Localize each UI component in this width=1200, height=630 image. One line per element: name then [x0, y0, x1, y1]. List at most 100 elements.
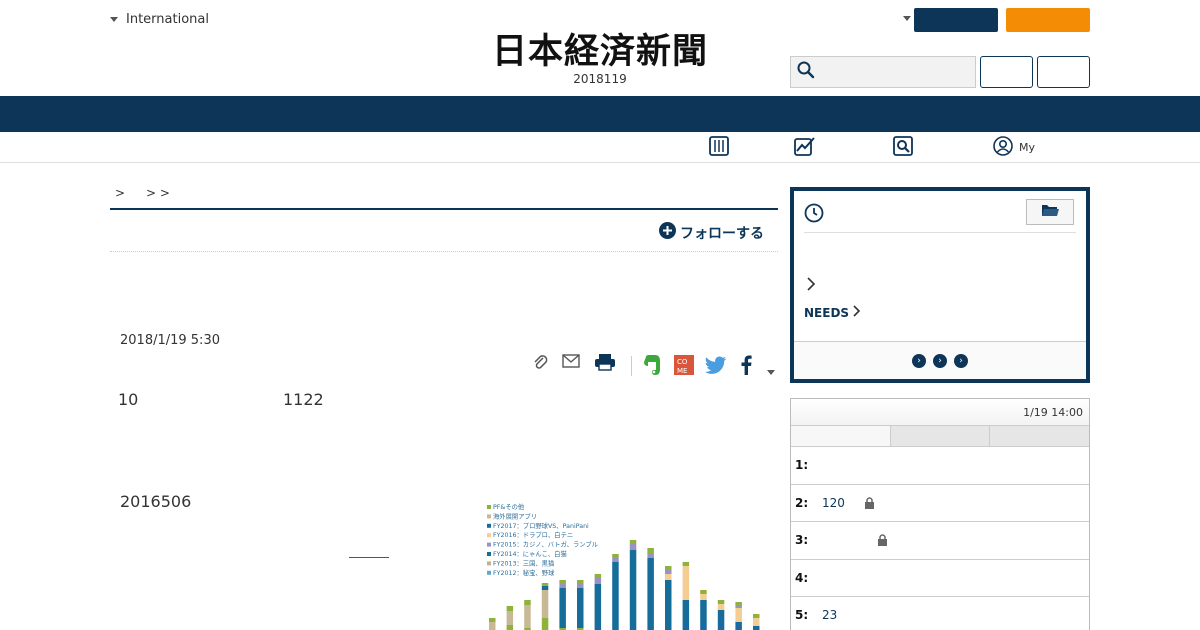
publish-date: 2018/1/19 5:30 [120, 333, 220, 348]
breadcrumb-separator: > [115, 186, 126, 200]
newspaper-icon [709, 135, 729, 159]
saved-folder-button[interactable] [1026, 199, 1074, 225]
search-box[interactable] [790, 56, 976, 88]
ranking-row[interactable]: 1: [791, 447, 1089, 485]
arrow-circle-icon[interactable]: › [954, 353, 968, 368]
ranking-row[interactable]: 2: 120 [791, 485, 1089, 522]
needs-link[interactable]: NEEDS [804, 305, 861, 320]
bar-segment [506, 606, 514, 611]
legend-label: FY2012：秘宝、野球 [493, 568, 555, 577]
ranking-tab[interactable] [791, 426, 891, 446]
bar-segment [541, 590, 549, 618]
bar-segment [647, 554, 654, 558]
ranking-tab[interactable] [990, 426, 1090, 446]
bar-segment [735, 602, 742, 606]
search-option-button[interactable] [980, 56, 1033, 88]
caret-down-icon [110, 17, 118, 22]
mail-icon[interactable] [562, 354, 580, 372]
bar-segment [489, 618, 496, 622]
legend-swatch [487, 533, 491, 538]
rank-title: 120 [822, 495, 845, 510]
follow-label: フォローする [680, 225, 764, 242]
region-selector[interactable]: International [110, 12, 209, 27]
legend-label: FY2015：カジノ、バトガ、ランブル [493, 540, 598, 549]
ranking-row[interactable]: 3: [791, 522, 1089, 560]
subnav-item-paper[interactable] [709, 135, 729, 159]
article-link[interactable] [349, 557, 389, 558]
sub-navigation: My [0, 132, 1200, 163]
bar-segment [612, 554, 619, 558]
bar-segment [735, 608, 742, 622]
stacked-bar-chart: PF&その他海外展開アプリFY2017：プロ野球VS、PaniPaniFY201… [487, 502, 760, 630]
bar-segment [717, 604, 725, 610]
breadcrumb: > > > [110, 186, 778, 210]
print-icon[interactable] [594, 353, 616, 375]
subnav-item-market[interactable] [794, 136, 816, 157]
ranking-tab[interactable] [890, 426, 991, 446]
bar-segment [541, 583, 549, 586]
search-submit-button[interactable] [1037, 56, 1090, 88]
follow-button[interactable]: フォローする [659, 222, 764, 243]
more-caret-icon[interactable] [767, 364, 775, 379]
bar-segment [682, 562, 690, 566]
legend-swatch [487, 570, 491, 575]
rank-number: 4: [795, 570, 809, 585]
chevron-right-icon[interactable] [806, 277, 816, 295]
ranking-timestamp: 1/19 14:00 [791, 399, 1089, 426]
bar-segment [735, 622, 742, 630]
ranking-panel: 1/19 14:00 1: 2: 120 3: 4: 5: 23 [790, 398, 1090, 630]
twitter-icon[interactable] [705, 356, 727, 378]
bar-segment [647, 548, 654, 554]
subnav-item-my[interactable]: My [993, 135, 1036, 157]
arrow-circle-icon[interactable]: › [912, 353, 926, 368]
login-button[interactable] [914, 8, 998, 32]
share-toolbar: CO ME [530, 352, 780, 380]
search-input[interactable] [821, 59, 971, 85]
bar-segment [700, 594, 707, 600]
region-label: International [126, 12, 209, 27]
comemo-icon[interactable]: CO ME [674, 355, 694, 379]
subnav-item-search[interactable] [893, 135, 913, 157]
legend-swatch [487, 561, 491, 566]
bar-segment [524, 605, 531, 628]
bar-segment [577, 588, 584, 628]
bar-segment [489, 622, 496, 630]
bar-segment [717, 620, 725, 630]
bar-segment [629, 544, 637, 550]
ranking-row[interactable]: 4: [791, 560, 1089, 597]
legend-swatch [487, 505, 491, 509]
subscribe-button[interactable] [1006, 8, 1090, 32]
history-panel: NEEDS › › › [790, 187, 1090, 383]
article-text-line: 2016506 [120, 492, 192, 511]
article-text-line: 1122 [283, 390, 324, 409]
bar-segment [753, 626, 760, 630]
ranking-row[interactable]: 5: 23 [791, 597, 1089, 630]
ranking-tabs [791, 426, 1090, 447]
bar-segment [541, 618, 549, 630]
bar-segment [753, 618, 760, 626]
evernote-icon[interactable] [642, 354, 662, 380]
bar-segment [559, 584, 566, 588]
rank-number: 2: [795, 495, 809, 510]
logo[interactable]: 日本経済新聞 [450, 26, 750, 72]
bar-segment [577, 580, 584, 584]
arrow-circle-icon[interactable]: › [933, 353, 947, 368]
main-navigation-bar[interactable] [0, 96, 1200, 132]
rank-number: 5: [795, 608, 809, 622]
logo-text: 日本経済新聞 [491, 30, 708, 72]
chevron-right-icon [853, 305, 861, 317]
clip-icon[interactable] [532, 354, 550, 376]
bar-segment [541, 586, 549, 590]
caret-down-icon [767, 370, 775, 375]
subnav-label-my: My [1019, 140, 1036, 154]
bar-segment [612, 558, 619, 562]
facebook-icon[interactable] [740, 355, 752, 379]
clock-icon [804, 203, 824, 227]
search-icon [797, 61, 815, 83]
follow-row: フォローする [110, 212, 778, 252]
bar-segment [717, 600, 725, 604]
bar-segment [665, 580, 672, 630]
bar-segment [524, 600, 531, 605]
account-caret-icon[interactable] [903, 16, 911, 21]
legend-swatch [487, 552, 491, 556]
